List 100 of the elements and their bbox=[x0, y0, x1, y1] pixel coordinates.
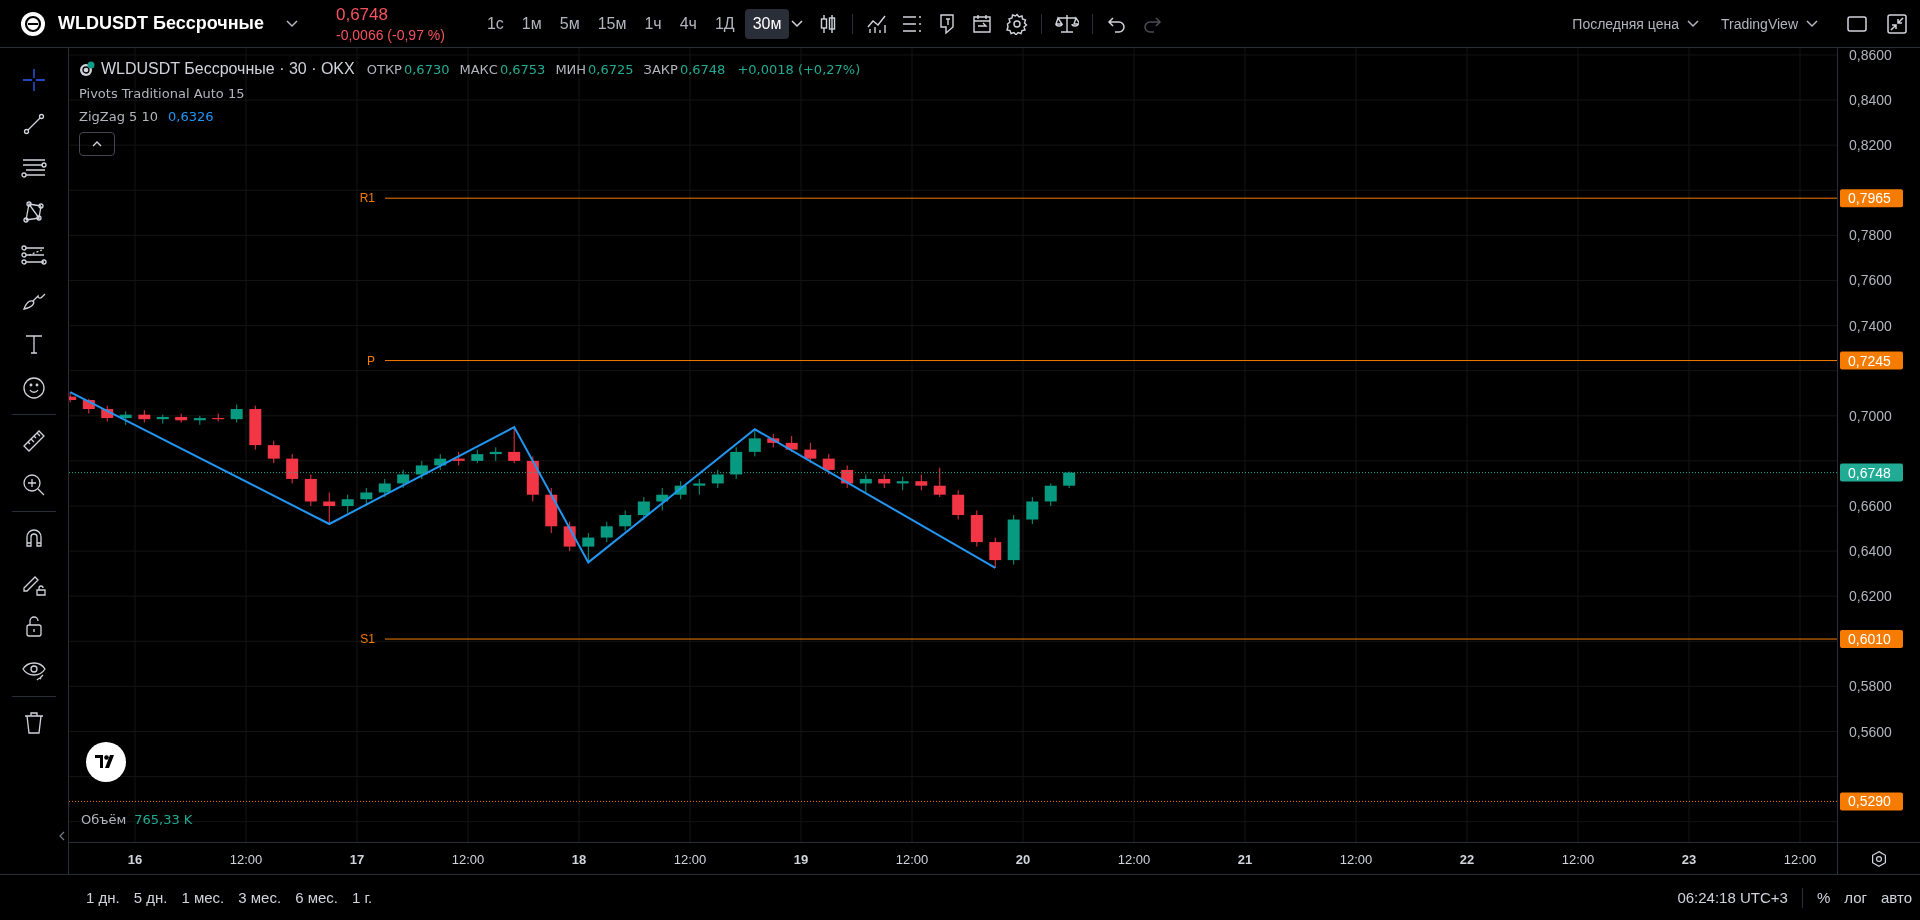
volume-value: 765,33 K bbox=[134, 812, 193, 827]
range-button[interactable]: 5 дн. bbox=[133, 889, 168, 906]
price-tick: 0,8400 bbox=[1849, 92, 1892, 109]
auto-toggle[interactable]: авто bbox=[1880, 889, 1912, 906]
time-tick: 18 bbox=[571, 852, 587, 867]
price-tick: 0,6200 bbox=[1849, 588, 1892, 605]
time-tick: 21 bbox=[1237, 852, 1253, 867]
candlestick bbox=[397, 469, 410, 489]
interval-button[interactable]: 1м bbox=[513, 8, 550, 39]
ohlc-label: ОТКР bbox=[366, 61, 402, 77]
ohlc-value: 0,6725 bbox=[588, 61, 634, 77]
candlestick bbox=[230, 404, 243, 424]
price-tick: 0,8600 bbox=[1849, 48, 1892, 63]
interval-button[interactable]: 1Д bbox=[706, 8, 743, 39]
caret-icon[interactable] bbox=[791, 19, 804, 28]
candlestick bbox=[822, 453, 835, 475]
log-toggle[interactable]: лог bbox=[1844, 889, 1867, 906]
settings-icon[interactable] bbox=[1006, 12, 1029, 35]
range-button[interactable]: 1 мес. bbox=[181, 889, 225, 906]
caret-icon[interactable] bbox=[285, 19, 298, 28]
candlestick bbox=[730, 446, 743, 480]
price-tick: 0,5600 bbox=[1849, 723, 1892, 740]
ohlc-value: 0,6730 bbox=[403, 61, 450, 77]
replay-icon[interactable] bbox=[971, 12, 994, 35]
symbol-button[interactable]: WLDUSDT Бессрочные bbox=[58, 13, 264, 34]
price-tick: 0,7600 bbox=[1849, 272, 1892, 289]
caret-icon[interactable] bbox=[1806, 19, 1818, 28]
time-tick: 12:00 bbox=[229, 852, 263, 867]
candlestick bbox=[267, 440, 280, 464]
pivot-label: S1 bbox=[360, 632, 375, 647]
indicator-name[interactable]: Pivots Traditional Auto 15 bbox=[79, 86, 245, 101]
coin-logo-icon bbox=[20, 10, 46, 37]
pivot-label: R1 bbox=[359, 191, 375, 206]
clock[interactable]: 06:24:18 UTC+3 bbox=[1677, 889, 1788, 906]
interval-button[interactable]: 4ч bbox=[671, 8, 705, 39]
candlestick bbox=[1026, 496, 1039, 525]
bar-change: +0,0018 (+0,27%) bbox=[737, 61, 861, 77]
price-label: 0,5290 bbox=[1840, 792, 1903, 811]
candlestick bbox=[952, 489, 965, 521]
price-label: 0,7965 bbox=[1840, 189, 1903, 208]
range-button[interactable]: 6 мес. bbox=[295, 889, 338, 906]
price-tick: 0,5800 bbox=[1849, 678, 1892, 695]
price-tick: 0,7000 bbox=[1849, 407, 1892, 424]
volume-label: Объём bbox=[81, 812, 127, 827]
ohlc-value: 0,6748 bbox=[679, 61, 726, 77]
time-tick: 12:00 bbox=[1783, 852, 1817, 867]
symbol-title[interactable]: WLDUSDT Бессрочные · 30 · OKX bbox=[101, 60, 355, 78]
time-tick: 12:00 bbox=[1117, 852, 1151, 867]
collapse-button[interactable] bbox=[79, 132, 115, 156]
candlestick bbox=[323, 491, 336, 525]
ohlc-label: МАКС bbox=[459, 61, 498, 77]
price-tick: 0,6600 bbox=[1849, 498, 1892, 514]
price-label: 0,6010 bbox=[1840, 630, 1903, 649]
interval-button[interactable]: 1ч bbox=[636, 8, 670, 39]
chevron-left-icon[interactable] bbox=[59, 831, 65, 841]
candlestick bbox=[341, 494, 354, 514]
candlestick bbox=[989, 537, 1002, 569]
interval-button[interactable]: 1с bbox=[478, 8, 512, 39]
price-change: -0,0066 (-0,97 %) bbox=[335, 26, 445, 43]
emoji-icon bbox=[20, 374, 48, 402]
theme-dropdown[interactable]: TradingView bbox=[1720, 15, 1798, 32]
candlestick bbox=[286, 453, 299, 484]
range-button[interactable]: 1 г. bbox=[351, 889, 373, 906]
minimize-icon[interactable] bbox=[1886, 12, 1908, 35]
coin-icon bbox=[79, 61, 95, 77]
chevron-up-icon bbox=[92, 141, 102, 147]
indicator-value: 0,6326 bbox=[168, 109, 214, 124]
logo-button[interactable] bbox=[86, 742, 126, 782]
time-tick: 12:00 bbox=[673, 852, 707, 867]
price-source-dropdown[interactable]: Последняя цена bbox=[1572, 15, 1679, 32]
candlestick bbox=[582, 532, 595, 563]
time-tick: 23 bbox=[1681, 852, 1697, 867]
interval-button[interactable]: 30м bbox=[744, 8, 790, 39]
time-tick: 20 bbox=[1015, 852, 1031, 867]
time-tick: 12:00 bbox=[895, 852, 929, 867]
price-tick: 0,6400 bbox=[1849, 543, 1892, 560]
price-tick: 0,8200 bbox=[1849, 137, 1892, 154]
time-tick: 22 bbox=[1459, 852, 1475, 867]
interval-button[interactable]: 5м bbox=[551, 8, 588, 39]
time-tick: 16 bbox=[127, 852, 143, 867]
price-tick: 0,7400 bbox=[1849, 317, 1892, 334]
candlestick bbox=[711, 469, 724, 489]
candlestick bbox=[600, 521, 613, 543]
candlestick bbox=[619, 510, 632, 532]
indicator-name[interactable]: ZigZag 5 10 bbox=[79, 109, 158, 124]
crosshair-icon bbox=[20, 66, 48, 94]
brand-logo-icon bbox=[95, 755, 117, 769]
layout-icon[interactable] bbox=[1846, 13, 1868, 34]
price-label: 0,7245 bbox=[1840, 351, 1903, 370]
candlestick bbox=[1044, 482, 1057, 507]
range-button[interactable]: 1 дн. bbox=[86, 889, 120, 906]
time-tick: 19 bbox=[793, 852, 809, 867]
time-tick: 12:00 bbox=[1339, 852, 1373, 867]
ohlc-value: 0,6753 bbox=[499, 61, 546, 77]
caret-icon[interactable] bbox=[1686, 19, 1699, 28]
interval-button[interactable]: 15м bbox=[589, 8, 635, 39]
scales-icon[interactable] bbox=[1055, 12, 1080, 35]
settings-icon[interactable] bbox=[1870, 849, 1888, 868]
range-button[interactable]: 3 мес. bbox=[238, 889, 282, 906]
percent-toggle[interactable]: % bbox=[1816, 889, 1831, 906]
